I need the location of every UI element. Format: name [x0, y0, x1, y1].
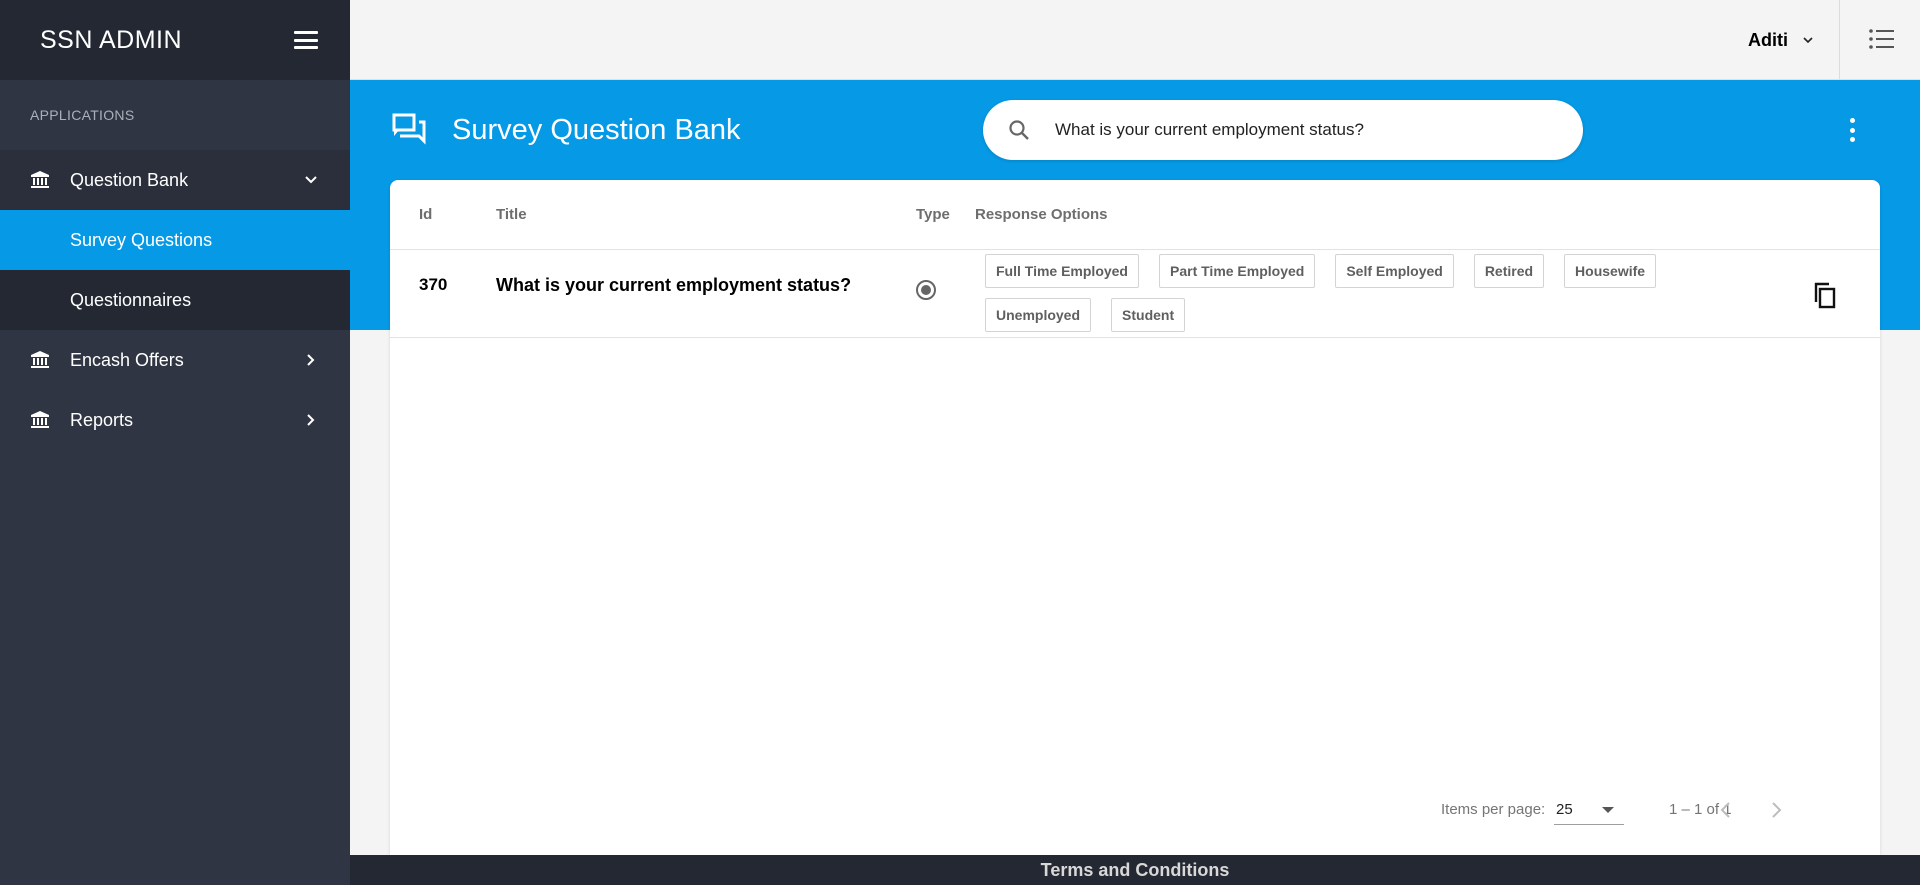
response-option-chip: Self Employed: [1335, 254, 1454, 288]
response-option-chip: Unemployed: [985, 298, 1092, 332]
previous-page-button[interactable]: [1710, 795, 1740, 825]
menu-toggle-icon[interactable]: [294, 31, 318, 49]
response-option-chip: Housewife: [1564, 254, 1657, 288]
page-title: Survey Question Bank: [452, 113, 741, 146]
section-label: APPLICATIONS: [30, 107, 135, 123]
question-title: What is your current employment status?: [496, 275, 852, 295]
user-name: Aditi: [1748, 29, 1788, 50]
sidebar-item-survey-questions[interactable]: Survey Questions: [0, 210, 350, 270]
footer: Terms and Conditions: [350, 855, 1920, 885]
bank-icon: [30, 410, 50, 430]
table-row[interactable]: 370 What is your current employment stat…: [390, 250, 1880, 338]
sidebar-item-label: Survey Questions: [70, 229, 213, 250]
terms-link[interactable]: Terms and Conditions: [1041, 860, 1230, 880]
sidebar-item-label: Reports: [70, 409, 134, 430]
forum-icon: [392, 113, 426, 145]
paginator: Items per page: 25 1 – 1 of 1: [390, 785, 1880, 835]
brand-title: SSN ADMIN: [40, 25, 183, 54]
sidebar-item-label: Questionnaires: [70, 289, 192, 310]
response-option-chip: Full Time Employed: [985, 254, 1139, 288]
next-page-button[interactable]: [1762, 795, 1792, 825]
items-per-page-label: Items per page:: [1441, 801, 1546, 818]
more-vert-icon[interactable]: [1848, 118, 1856, 142]
column-header-title[interactable]: Title: [496, 206, 527, 223]
chevron-right-icon: [304, 413, 318, 427]
dropdown-arrow-icon: [1602, 807, 1614, 813]
column-header-response-options: Response Options: [975, 206, 1108, 223]
chevron-right-icon: [1772, 802, 1782, 818]
response-option-chip: Part Time Employed: [1159, 254, 1316, 288]
sidebar-item-encash-offers[interactable]: Encash Offers: [0, 330, 350, 390]
column-header-type: Type: [916, 206, 950, 223]
column-header-id[interactable]: Id: [419, 206, 432, 223]
response-option-chip: Retired: [1473, 254, 1545, 288]
search-bar: [983, 100, 1583, 160]
radio-button-icon: [916, 280, 936, 300]
chevron-right-icon: [304, 353, 318, 367]
bank-icon: [30, 170, 50, 190]
brand-bar: SSN ADMIN: [0, 0, 350, 80]
sidebar-item-questionnaires[interactable]: Questionnaires: [0, 270, 350, 330]
copy-icon[interactable]: [1810, 280, 1840, 310]
response-options: Full Time Employed Part Time Employed Se…: [985, 254, 1685, 342]
divider: [1839, 0, 1840, 80]
chevron-down-icon: [1802, 34, 1814, 46]
question-table-card: Id Title Type Response Options 370 What …: [390, 180, 1880, 855]
sidebar-item-reports[interactable]: Reports: [0, 390, 350, 450]
top-bar: Aditi: [350, 0, 1920, 80]
list-icon[interactable]: [1868, 28, 1894, 50]
sidebar: SSN ADMIN APPLICATIONS Question Bank Sur…: [0, 0, 350, 885]
search-input[interactable]: [1055, 120, 1555, 140]
items-per-page-select[interactable]: 25: [1554, 793, 1624, 825]
sidebar-item-label: Question Bank: [70, 169, 189, 190]
response-option-chip: Student: [1111, 298, 1186, 332]
user-menu[interactable]: Aditi: [1748, 0, 1814, 80]
page-heading: Survey Question Bank: [392, 112, 741, 148]
sidebar-item-question-bank[interactable]: Question Bank: [0, 150, 350, 210]
table-header: Id Title Type Response Options: [390, 180, 1880, 250]
chevron-down-icon: [304, 173, 318, 187]
bank-icon: [30, 350, 50, 370]
sidebar-item-label: Encash Offers: [70, 349, 184, 370]
chevron-left-icon: [1720, 802, 1730, 818]
question-id: 370: [419, 275, 448, 294]
search-icon: [1009, 120, 1029, 140]
items-per-page-value: 25: [1556, 801, 1573, 818]
